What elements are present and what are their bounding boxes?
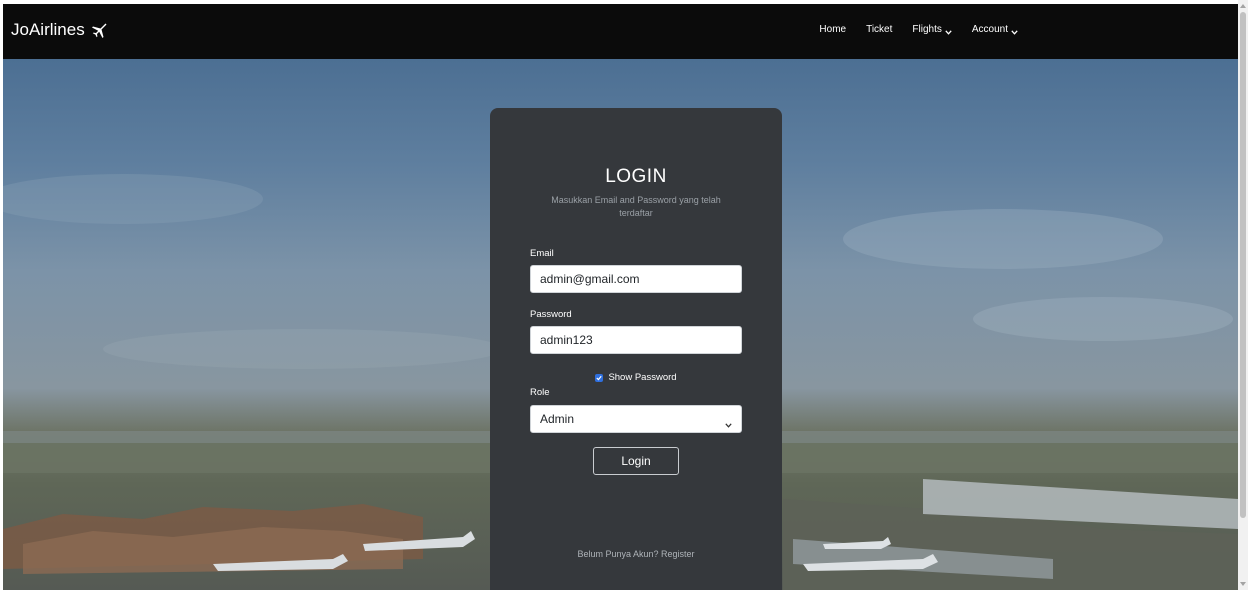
chevron-down-icon bbox=[1011, 27, 1018, 35]
nav-flights-dropdown[interactable]: Flights bbox=[912, 24, 952, 35]
show-password-label: Show Password bbox=[608, 372, 677, 383]
plane-icon bbox=[91, 22, 107, 38]
chevron-down-icon bbox=[945, 27, 952, 35]
show-password-toggle[interactable]: Show Password bbox=[490, 372, 782, 383]
role-selected-value: Admin bbox=[540, 412, 575, 426]
brand-logo[interactable]: JoAirlines bbox=[11, 20, 107, 40]
login-card: LOGIN Masukkan Email and Password yang t… bbox=[490, 108, 782, 590]
register-prompt: Belum Punya Akun? Register bbox=[490, 549, 782, 559]
email-input[interactable] bbox=[530, 265, 742, 293]
nav-account-dropdown[interactable]: Account bbox=[972, 24, 1018, 35]
chevron-down-icon bbox=[725, 417, 732, 428]
login-button[interactable]: Login bbox=[593, 447, 679, 475]
browser-viewport: JoAirlines Home Ticket Flights Account L… bbox=[3, 4, 1238, 590]
scroll-down-arrow-icon[interactable] bbox=[1240, 582, 1246, 586]
scrollbar-thumb[interactable] bbox=[1240, 12, 1246, 518]
main-nav: Home Ticket Flights Account bbox=[819, 24, 1018, 35]
nav-flights-label: Flights bbox=[912, 24, 942, 35]
email-label: Email bbox=[530, 248, 554, 259]
nav-home-label: Home bbox=[819, 24, 847, 35]
nav-account-label: Account bbox=[971, 24, 1008, 35]
vertical-scrollbar[interactable] bbox=[1238, 0, 1248, 590]
top-navbar: JoAirlines Home Ticket Flights Account bbox=[3, 4, 1238, 59]
password-label: Password bbox=[530, 309, 572, 320]
show-password-checkbox[interactable] bbox=[595, 373, 604, 382]
nav-ticket[interactable]: Ticket bbox=[866, 24, 892, 35]
brand-name: JoAirlines bbox=[11, 20, 85, 39]
role-label: Role bbox=[530, 387, 550, 398]
register-link[interactable]: Register bbox=[661, 549, 695, 559]
password-input[interactable] bbox=[530, 326, 742, 354]
register-prompt-text: Belum Punya Akun? bbox=[577, 549, 659, 559]
role-select[interactable]: Admin bbox=[530, 405, 742, 433]
nav-home[interactable]: Home bbox=[819, 24, 846, 35]
login-title: LOGIN bbox=[605, 166, 667, 187]
nav-ticket-label: Ticket bbox=[866, 24, 893, 35]
scroll-up-arrow-icon[interactable] bbox=[1240, 4, 1246, 8]
login-subtitle: Masukkan Email and Password yang telah t… bbox=[551, 195, 721, 218]
